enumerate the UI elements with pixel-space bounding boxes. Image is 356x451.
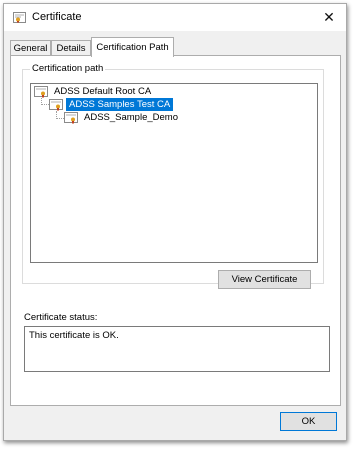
tab-label: Certification Path [96,42,169,53]
certificate-dialog: Certificate ✕ General Details Certificat… [3,3,347,441]
node-label: ADSS Default Root CA [54,86,152,97]
tab-general[interactable]: General [10,40,51,56]
window-title: Certificate [32,11,82,23]
tab-certification-path[interactable]: Certification Path [91,37,174,57]
ok-button[interactable]: OK [280,412,337,431]
certificate-status-box[interactable]: This certificate is OK. [24,326,330,372]
tab-panel: Certification path ADSS Default Root CA [10,55,341,406]
tab-details[interactable]: Details [51,40,91,56]
button-label: View Certificate [231,274,298,285]
certificate-icon [34,85,48,98]
certificate-tree[interactable]: ADSS Default Root CA ADSS Samples Test C… [30,83,318,263]
button-label: OK [301,416,316,427]
certification-path-group: Certification path ADSS Default Root CA [22,63,324,289]
title-bar: Certificate ✕ [4,4,346,31]
node-label: ADSS_Sample_Demo [84,112,178,123]
tree-node-intermediate[interactable]: ADSS Samples Test CA [49,98,174,111]
tree-connector [41,104,49,105]
tab-label: General [13,43,48,54]
certificate-icon [49,98,63,111]
certificate-status-label: Certificate status: [24,312,98,323]
close-button[interactable]: ✕ [318,7,340,27]
certificate-status-text: This certificate is OK. [29,330,119,341]
tree-node-leaf[interactable]: ADSS_Sample_Demo [64,111,181,124]
node-label: ADSS Samples Test CA [66,98,174,111]
tree-connector [56,118,64,119]
certificate-icon [64,111,78,124]
group-label: Certification path [30,63,106,74]
close-icon: ✕ [323,8,335,25]
view-certificate-button[interactable]: View Certificate [218,270,311,289]
tab-label: Details [56,43,86,54]
certificate-icon [13,12,26,23]
tree-node-root[interactable]: ADSS Default Root CA [34,85,154,98]
